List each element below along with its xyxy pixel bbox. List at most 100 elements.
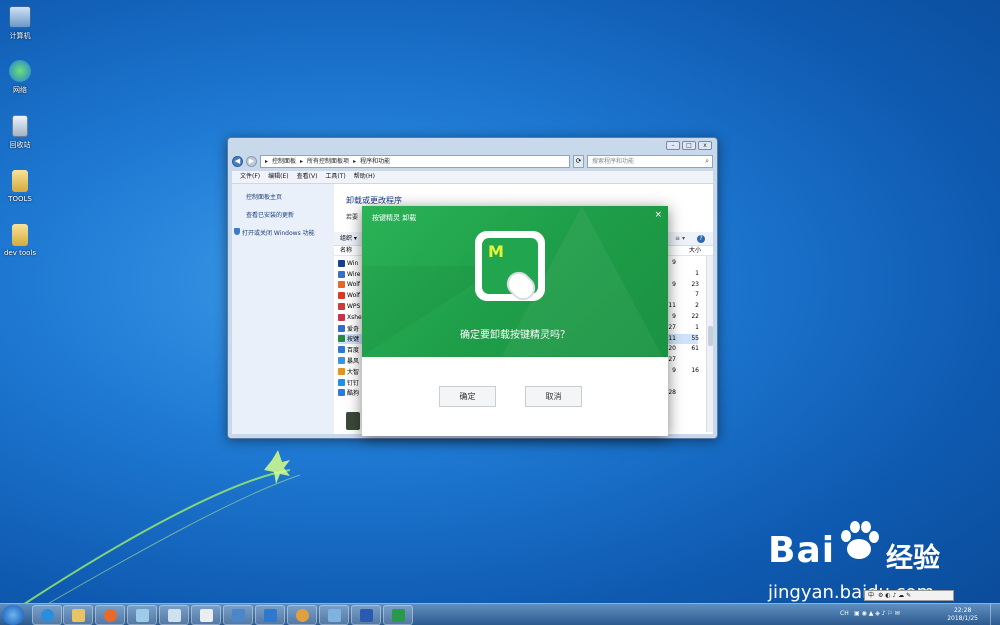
taskbar-item-anjian[interactable] xyxy=(383,605,413,625)
menu-file[interactable]: 文件(F) xyxy=(240,171,260,183)
menu-view[interactable]: 查看(V) xyxy=(297,171,318,183)
help-icon[interactable]: ? xyxy=(697,235,705,243)
plane-icon xyxy=(264,609,277,622)
taskbar-item-word[interactable] xyxy=(351,605,381,625)
tray-icons[interactable]: ▣ ◉ ▲ ◈ ♪ ⚐ ✉ xyxy=(854,610,900,617)
breadcrumb-item[interactable]: 控制面板 xyxy=(272,156,296,167)
taskbar-item-ie[interactable] xyxy=(32,605,62,625)
taskbar-item-firefox[interactable] xyxy=(95,605,125,625)
cell xyxy=(685,388,699,399)
word-icon xyxy=(360,609,373,622)
menu-bar: 文件(F) 编辑(E) 查看(V) 工具(T) 帮助(H) xyxy=(232,171,713,183)
program-row[interactable]: Wolf xyxy=(338,290,362,301)
link-control-panel-home[interactable]: 控制面板主页 xyxy=(246,192,334,201)
program-icon xyxy=(338,335,345,343)
show-desktop-button[interactable] xyxy=(990,604,1000,625)
left-pane: 控制面板主页 查看已安装的更新 打开或关闭 Windows 功能 xyxy=(232,184,334,434)
cell: 22 xyxy=(691,312,699,320)
program-name: Win xyxy=(347,259,359,267)
dialog-title: 按键精灵 卸载 xyxy=(372,214,417,222)
ime-indicator[interactable]: CH xyxy=(840,610,849,617)
remote-desktop-icon xyxy=(328,609,341,622)
program-row[interactable]: 钉钉 xyxy=(338,377,362,388)
program-row[interactable]: 酷狗 xyxy=(338,388,362,399)
link-windows-features-label: 打开或关闭 Windows 功能 xyxy=(242,230,315,237)
taskbar-item-app[interactable] xyxy=(127,605,157,625)
program-icon xyxy=(338,292,345,300)
start-button[interactable] xyxy=(2,605,24,625)
desktop-icon-label: dev tools xyxy=(3,249,37,257)
forward-button[interactable]: ▶ xyxy=(246,155,257,167)
taskbar-item-network[interactable] xyxy=(223,605,253,625)
menu-help[interactable]: 帮助(H) xyxy=(354,171,375,183)
search-icon: ⌕ xyxy=(705,156,709,165)
program-row[interactable]: Win xyxy=(338,258,362,269)
desktop-icon-computer[interactable]: 计算机 xyxy=(2,6,38,41)
system-tray: CH ▣ ◉ ▲ ◈ ♪ ⚐ ✉ 22:28 2018/1/25 xyxy=(840,604,1000,625)
taskbar-item-search[interactable] xyxy=(287,605,317,625)
language-indicator: 中 xyxy=(868,592,875,599)
maximize-button[interactable]: □ xyxy=(682,141,696,150)
program-name: WPS xyxy=(347,303,361,311)
watermark-brand-suffix: 经验 xyxy=(886,543,940,574)
app-logo-letter: M xyxy=(488,242,504,261)
program-row[interactable]: 暴风 xyxy=(338,355,362,366)
menu-edit[interactable]: 编辑(E) xyxy=(268,171,288,183)
menu-tools[interactable]: 工具(T) xyxy=(325,171,345,183)
program-row[interactable]: 百度 xyxy=(338,344,362,355)
program-name: 大智 xyxy=(347,368,360,376)
desktop-icon-dev-tools[interactable]: dev tools xyxy=(2,224,38,257)
language-bar[interactable]: 中 ⚙ ◐ ♪ ☁ ✎ xyxy=(864,590,954,601)
taskbar-item-control-panel[interactable] xyxy=(159,605,189,625)
recycle-bin-icon xyxy=(12,115,28,137)
program-row[interactable]: 大智 xyxy=(338,366,362,377)
network-icon xyxy=(9,60,31,82)
program-name: 酷狗 xyxy=(347,390,360,398)
program-name: Wolf xyxy=(347,281,361,289)
view-options-icon[interactable]: ≡ ▾ xyxy=(675,232,685,246)
uninstall-dialog: 按键精灵 卸载 × M 确定要卸载按键精灵吗？ 确定 取消 xyxy=(362,206,668,436)
close-icon[interactable]: × xyxy=(654,210,662,220)
program-row[interactable]: Wire xyxy=(338,269,362,280)
taskbar-item-document[interactable] xyxy=(191,605,221,625)
search-input[interactable]: 搜索程序和功能 ⌕ xyxy=(587,154,713,168)
desktop-icon-label: 计算机 xyxy=(9,32,31,40)
back-button[interactable]: ◀ xyxy=(232,155,243,167)
close-button[interactable]: x xyxy=(698,141,712,150)
program-size-column: 1 23 7 2 22 1 55 61 16 xyxy=(685,258,699,398)
taskbar-item-plane[interactable] xyxy=(255,605,285,625)
desktop-icon-tools[interactable]: TOOLS xyxy=(2,170,38,203)
program-row[interactable]: 爱奇 xyxy=(338,323,362,334)
column-name[interactable]: 名称 xyxy=(340,247,352,254)
desktop-icon-network[interactable]: 网络 xyxy=(2,60,38,95)
clock[interactable]: 22:28 2018/1/25 xyxy=(947,607,978,623)
desktop-icon-recycle-bin[interactable]: 回收站 xyxy=(2,115,38,150)
link-installed-updates[interactable]: 查看已安装的更新 xyxy=(246,210,334,219)
anjian-icon xyxy=(392,609,405,622)
program-row[interactable]: Wolf xyxy=(338,280,362,291)
breadcrumb-item[interactable]: 程序和功能 xyxy=(360,156,390,167)
cell: 1 xyxy=(695,323,699,331)
taskbar: CH ▣ ◉ ▲ ◈ ♪ ⚐ ✉ 22:28 2018/1/25 xyxy=(0,603,1000,625)
network-icon xyxy=(232,609,245,622)
column-size[interactable]: 大小 xyxy=(689,246,701,256)
breadcrumb-item[interactable]: 所有控制面板项 xyxy=(307,156,349,167)
app-icon xyxy=(136,609,149,622)
cancel-button[interactable]: 取消 xyxy=(525,386,582,407)
program-row[interactable]: Xshe xyxy=(338,312,362,323)
program-row[interactable]: WPS xyxy=(338,301,362,312)
breadcrumb-sep: ▸ xyxy=(353,157,357,165)
confirm-button[interactable]: 确定 xyxy=(439,386,496,407)
scrollbar-thumb[interactable] xyxy=(708,326,713,346)
link-windows-features[interactable]: 打开或关闭 Windows 功能 xyxy=(234,228,334,237)
vertical-scrollbar[interactable] xyxy=(706,256,713,432)
minimize-button[interactable]: – xyxy=(666,141,680,150)
taskbar-item-explorer[interactable] xyxy=(63,605,93,625)
address-bar[interactable]: ▸ 控制面板 ▸ 所有控制面板项 ▸ 程序和功能 xyxy=(260,154,570,168)
organize-button[interactable]: 组织 ▾ xyxy=(340,235,357,242)
taskbar-item-remote[interactable] xyxy=(319,605,349,625)
cell xyxy=(685,258,699,269)
refresh-button[interactable]: ⟳ xyxy=(573,154,584,168)
program-icon xyxy=(338,378,345,386)
program-icon xyxy=(338,324,345,332)
